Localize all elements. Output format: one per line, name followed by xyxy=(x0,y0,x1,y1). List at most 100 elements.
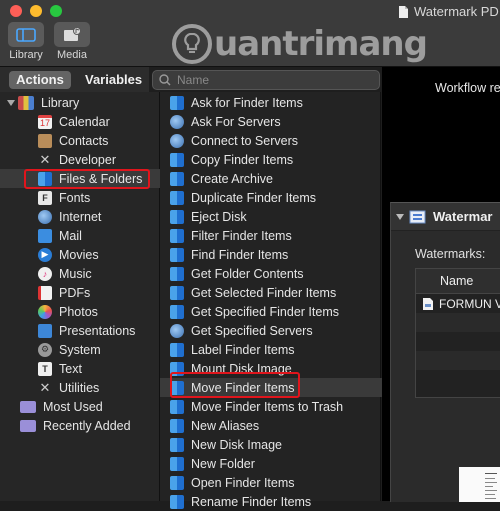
list-item[interactable]: Open Finder Items xyxy=(160,473,390,492)
presentations-icon xyxy=(38,323,52,338)
action-card-title: Watermar xyxy=(433,209,493,224)
developer-icon: ✕ xyxy=(39,151,51,167)
list-item[interactable]: Label Finder Items xyxy=(160,340,390,359)
document-icon xyxy=(399,5,408,18)
sidebar-item-most-used[interactable]: Most Used xyxy=(0,397,179,416)
tab-actions[interactable]: Actions xyxy=(9,70,71,89)
list-item[interactable]: Ask For Servers xyxy=(160,112,390,131)
workflow-hint-text: Workflow rec xyxy=(435,81,500,95)
finder-icon xyxy=(170,95,184,110)
list-item[interactable]: Get Specified Servers xyxy=(160,321,390,340)
music-icon: ♪ xyxy=(38,266,52,281)
list-item[interactable]: Create Archive xyxy=(160,169,390,188)
list-item[interactable]: Connect to Servers xyxy=(160,131,390,150)
list-item[interactable]: Duplicate Finder Items xyxy=(160,188,390,207)
globe-icon xyxy=(38,209,52,224)
pdf-icon xyxy=(38,285,52,300)
list-item[interactable]: Get Folder Contents xyxy=(160,264,390,283)
table-header-name[interactable]: Name xyxy=(416,269,500,294)
list-item[interactable]: Find Finder Items xyxy=(160,245,390,264)
list-item[interactable]: Move Finder Items to Trash xyxy=(160,397,390,416)
table-row[interactable] xyxy=(416,313,500,332)
table-row[interactable] xyxy=(416,370,500,389)
list-item[interactable]: New Disk Image xyxy=(160,435,390,454)
minimize-window-button[interactable] xyxy=(30,5,42,17)
finder-icon xyxy=(170,209,184,224)
table-row[interactable]: FORMUN VI xyxy=(416,294,500,313)
finder-icon xyxy=(170,152,184,167)
action-card-header[interactable]: Watermar xyxy=(391,203,500,231)
system-icon: ⚙ xyxy=(38,342,52,357)
finder-icon xyxy=(170,228,184,243)
sidebar-item-recently-added[interactable]: Recently Added xyxy=(0,416,179,435)
window-title-text: Watermark PD xyxy=(414,4,499,19)
library-header: Actions Variables xyxy=(0,67,149,92)
fonts-icon: F xyxy=(38,190,52,205)
media-icon xyxy=(54,22,90,47)
search-field[interactable] xyxy=(152,70,380,90)
watermark-logo-text: uantrimang xyxy=(214,24,428,64)
tab-variables[interactable]: Variables xyxy=(85,72,142,87)
library-sidebar: Library 17 Calendar Contacts ✕ Developer… xyxy=(0,92,197,501)
finder-icon xyxy=(170,171,184,186)
media-toolbar-button[interactable]: Media xyxy=(50,22,94,61)
list-item[interactable]: Filter Finder Items xyxy=(160,226,390,245)
close-window-button[interactable] xyxy=(10,5,22,17)
mail-icon xyxy=(38,228,52,243)
window-titlebar: Library Media uantrimang Watermark PD xyxy=(0,0,500,67)
recently-added-folder-icon xyxy=(20,419,36,432)
finder-icon xyxy=(170,418,184,433)
library-books-icon xyxy=(18,95,34,110)
list-item[interactable]: Get Selected Finder Items xyxy=(160,283,390,302)
workflow-canvas[interactable]: Workflow rec Watermar Watermarks: Name F… xyxy=(382,67,500,502)
table-row[interactable] xyxy=(416,351,500,370)
photos-icon xyxy=(38,304,52,319)
list-item[interactable]: Eject Disk xyxy=(160,207,390,226)
list-item[interactable]: New Folder xyxy=(160,454,390,473)
utilities-icon: ✕ xyxy=(39,379,51,395)
watermarks-table[interactable]: Name FORMUN VI xyxy=(415,268,500,398)
list-item[interactable]: Ask for Finder Items xyxy=(160,93,390,112)
finder-icon xyxy=(170,266,184,281)
contacts-icon xyxy=(38,133,52,148)
pdf-preview-thumbnail xyxy=(459,467,500,502)
actions-list: Ask for Finder Items Ask For Servers Con… xyxy=(160,92,390,509)
library-toolbar-button[interactable]: Library xyxy=(4,22,48,61)
move-finder-items-highlight-box xyxy=(170,372,300,398)
table-row[interactable] xyxy=(416,332,500,351)
most-used-folder-icon xyxy=(20,400,36,413)
watermarks-label: Watermarks: xyxy=(415,247,486,261)
file-name: FORMUN VI xyxy=(439,296,500,311)
globe-icon xyxy=(170,323,184,338)
finder-icon xyxy=(170,494,184,509)
disclosure-triangle-icon xyxy=(7,99,15,106)
finder-icon xyxy=(170,437,184,452)
lightbulb-icon xyxy=(172,24,212,64)
zoom-window-button[interactable] xyxy=(50,5,62,17)
finder-icon xyxy=(170,342,184,357)
list-item[interactable]: Rename Finder Items xyxy=(160,492,390,511)
list-item[interactable]: Copy Finder Items xyxy=(160,150,390,169)
finder-icon xyxy=(170,190,184,205)
finder-icon xyxy=(170,399,184,414)
list-item[interactable]: Get Specified Finder Items xyxy=(160,302,390,321)
disclosure-triangle-icon[interactable] xyxy=(391,212,407,222)
files-folders-highlight-box xyxy=(24,169,150,189)
finder-icon xyxy=(170,304,184,319)
watermark-action-card[interactable]: Watermar Watermarks: Name FORMUN VI xyxy=(390,202,500,502)
globe-icon xyxy=(170,133,184,148)
search-input[interactable] xyxy=(175,72,369,88)
finder-icon xyxy=(170,285,184,300)
calendar-icon: 17 xyxy=(38,114,52,129)
library-root[interactable]: Library xyxy=(0,93,159,112)
window-title: Watermark PD xyxy=(398,4,499,19)
finder-icon xyxy=(170,456,184,471)
finder-icon xyxy=(170,247,184,262)
list-item[interactable]: New Aliases xyxy=(160,416,390,435)
media-toolbar-label: Media xyxy=(57,49,87,61)
library-toolbar-label: Library xyxy=(9,49,43,61)
finder-icon xyxy=(170,475,184,490)
library-icon xyxy=(8,22,44,47)
library-root-label: Library xyxy=(41,95,80,110)
search-icon xyxy=(159,74,171,86)
